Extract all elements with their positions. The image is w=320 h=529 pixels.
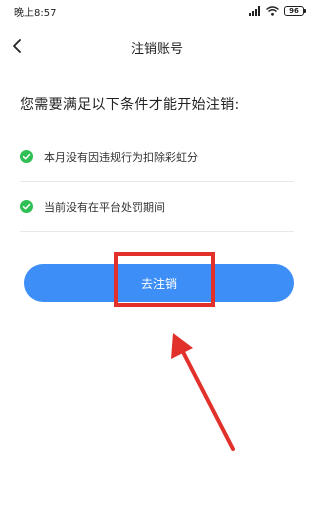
page-title: 注销账号 — [130, 42, 183, 57]
requirements-heading: 您需要满足以下条件才能开始注销: — [20, 97, 240, 113]
header: 注销账号 — [0, 28, 314, 64]
condition-text: 当前没有在平台处罚期间 — [44, 201, 165, 214]
status-time: 晚上8:57 — [14, 8, 57, 19]
condition-text: 本月没有因违规行为扣除彩虹分 — [44, 151, 198, 164]
wifi-icon — [266, 6, 279, 16]
condition-item: 当前没有在平台处罚期间 — [20, 182, 294, 232]
battery-icon: 96 — [284, 6, 306, 16]
condition-item: 本月没有因违规行为扣除彩虹分 — [20, 132, 294, 182]
check-icon — [20, 150, 33, 163]
annotation-highlight-box — [114, 252, 215, 307]
status-bar: 晚上8:57 96 — [0, 0, 314, 22]
check-icon — [20, 200, 33, 213]
signal-icon — [249, 6, 261, 16]
status-icons: 96 — [249, 5, 306, 17]
conditions-list: 本月没有因违规行为扣除彩虹分 当前没有在平台处罚期间 — [20, 132, 294, 232]
